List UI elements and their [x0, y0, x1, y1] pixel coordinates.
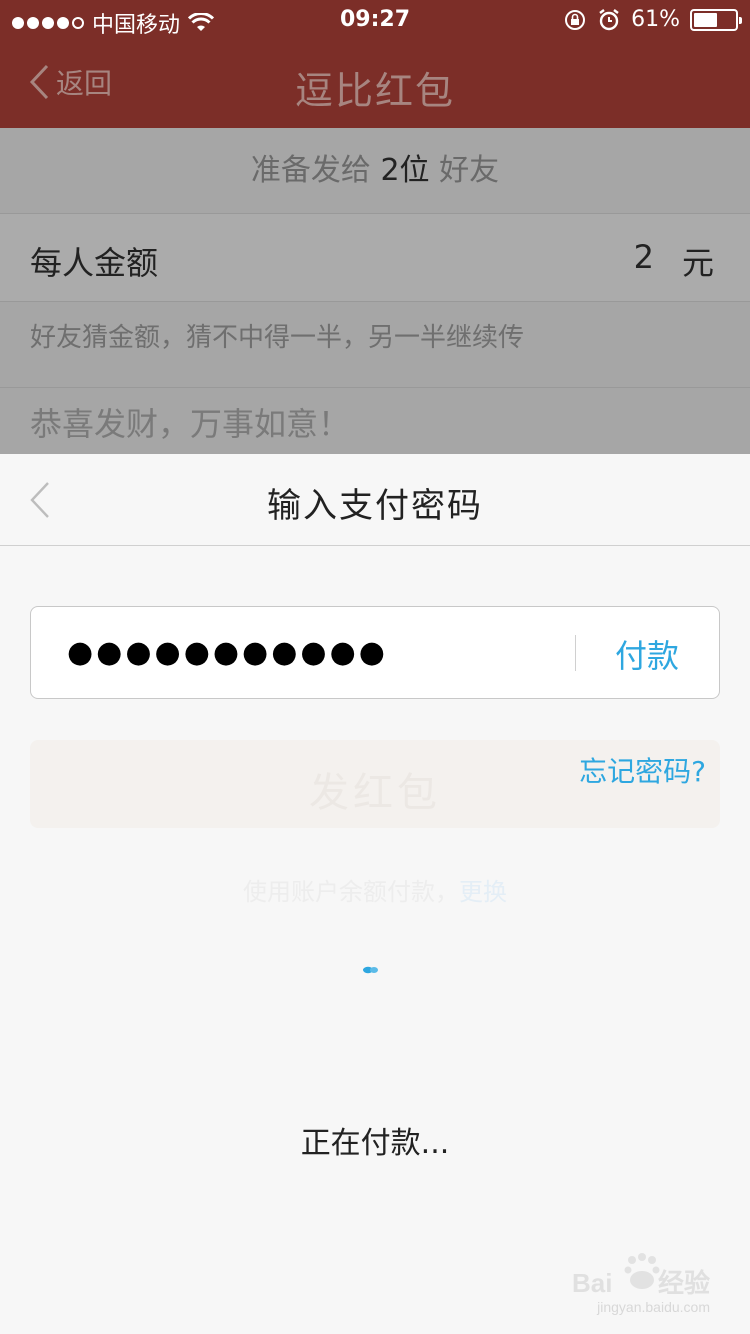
alarm-icon — [599, 8, 619, 30]
amount-value: 2 — [633, 238, 654, 276]
balance-payment-note: 使用账户余额付款，更换 — [0, 872, 750, 907]
rule-hint: 好友猜金额，猜不中得一半，另一半继续传 — [0, 302, 750, 388]
svg-text:Bai: Bai — [572, 1268, 612, 1298]
recipients-row: 准备发给 2位 好友 — [0, 128, 750, 214]
payment-status: 正在付款... — [300, 1126, 450, 1161]
watermark-url: jingyan.baidu.com — [597, 1299, 710, 1315]
dimmed-form: 准备发给 2位 好友 每人金额 2 元 好友猜金额，猜不中得一半，另一半继续传 … — [0, 128, 750, 454]
battery-icon — [690, 8, 742, 31]
loading-spinner-icon — [363, 966, 378, 974]
recipients-count: 2位 — [380, 153, 430, 188]
amount-unit: 元 — [681, 244, 714, 282]
recipients-prefix: 准备发给 — [250, 153, 371, 188]
password-mask: ●●●●●●●●●●● — [67, 635, 388, 670]
pay-button[interactable]: 付款 — [615, 631, 679, 677]
forgot-password-link[interactable]: 忘记密码? — [579, 750, 706, 790]
svg-text:经验: 经验 — [658, 1268, 710, 1298]
amount-label: 每人金额 — [30, 244, 159, 282]
change-payment-link: 更换 — [459, 878, 507, 906]
nav-bar: 返回 逗比红包 — [0, 40, 750, 128]
recipients-suffix: 好友 — [439, 153, 500, 188]
greeting-message: 恭喜发财，万事如意！ — [30, 405, 351, 443]
battery-percent: 61% — [631, 7, 680, 32]
password-field[interactable]: ●●●●●●●●●●● 付款 — [30, 606, 720, 699]
page-title: 逗比红包 — [294, 69, 455, 113]
balance-payment-text: 使用账户余额付款， — [243, 878, 459, 906]
sheet-header: 输入支付密码 — [0, 454, 750, 546]
rotation-lock-icon — [565, 9, 586, 30]
amount-row: 每人金额 2 元 — [0, 214, 750, 302]
status-bar: 中国移动 09:27 61% — [0, 0, 750, 40]
sheet-title: 输入支付密码 — [267, 486, 483, 526]
payment-password-sheet: 输入支付密码 ●●●●●●●●●●● 付款 发红包 忘记密码? 使用账户余额付款… — [0, 454, 750, 1334]
divider — [575, 635, 576, 671]
